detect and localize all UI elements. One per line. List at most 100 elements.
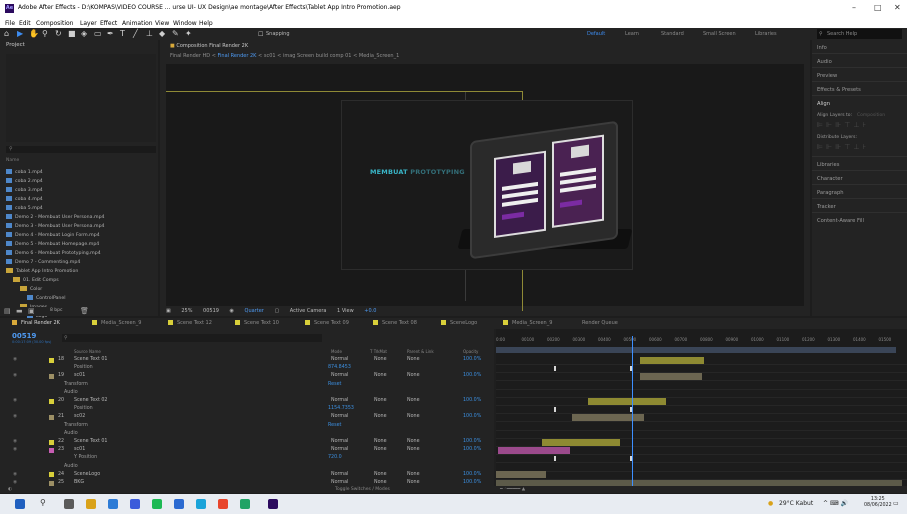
layer-name[interactable]: SceneLogo [74, 471, 100, 479]
render-time-icon[interactable]: ◐ [8, 486, 12, 493]
timeline-search-input[interactable]: ⚲ [62, 334, 322, 342]
layer-name[interactable]: sc01 [74, 372, 85, 380]
menu-file[interactable]: File [5, 20, 15, 27]
preview-panel-tab[interactable]: Preview [817, 73, 837, 79]
layer-row[interactable]: ◉ 21 sc02 Normal None None 100.0% [0, 413, 494, 421]
timeline-current-time[interactable]: 00519 [12, 332, 36, 340]
project-item[interactable]: coba 4.mp4 [6, 195, 151, 204]
project-item[interactable]: coba 3.mp4 [6, 186, 151, 195]
align-panel-title[interactable]: Align [817, 101, 830, 107]
breadcrumb-item[interactable]: sc01 [264, 53, 276, 59]
track-matte-dropdown[interactable]: None [374, 413, 387, 421]
blend-mode-dropdown[interactable]: Normal [331, 356, 348, 364]
layer-duration-bar[interactable] [542, 438, 620, 446]
layer-name[interactable]: Scene Text 01 [74, 356, 107, 364]
parent-dropdown[interactable]: None [407, 438, 420, 446]
system-tray-icons[interactable]: ^ ⌨ 🔊 [823, 500, 848, 507]
menu-window[interactable]: Window [173, 20, 197, 27]
blend-mode-dropdown[interactable]: Normal [331, 446, 348, 454]
timeline-tab[interactable]: Final Render 2K [12, 318, 60, 329]
pan-behind-tool-icon[interactable]: ◈ [81, 30, 87, 38]
align-target-dropdown[interactable]: Composition [857, 113, 885, 118]
track-matte-dropdown[interactable]: None [374, 471, 387, 479]
project-item[interactable]: Color [6, 285, 151, 294]
menu-layer[interactable]: Layer [80, 20, 97, 27]
opacity-value[interactable]: 100.0% [463, 397, 481, 405]
breadcrumb-item[interactable]: Final Render 2K [218, 53, 257, 59]
composition-viewer[interactable]: MEMBUAT PROTOTYPING [166, 64, 804, 311]
timeline-tab[interactable]: Render Queue [582, 318, 618, 329]
layer-duration-bar[interactable] [496, 471, 546, 479]
home-icon[interactable]: ⌂ [4, 30, 9, 38]
project-item[interactable]: Demo 4 - Membuat Login Form.mp4 [6, 231, 151, 240]
visibility-eye-icon[interactable]: ◉ [13, 372, 17, 380]
composition-tab[interactable]: Composition Final Render 2K [176, 43, 248, 49]
layer-color-label-icon[interactable] [49, 480, 54, 486]
zoom-slider[interactable]: ━ ◦━━━━━ ▲ [500, 486, 525, 493]
menu-composition[interactable]: Composition [36, 20, 73, 27]
property-name[interactable]: Transform [64, 381, 88, 389]
toggle-mask-icon[interactable]: ▣ [166, 308, 171, 314]
visibility-eye-icon[interactable]: ◉ [13, 446, 17, 454]
layer-duration-bar[interactable] [640, 372, 702, 380]
blend-mode-dropdown[interactable]: Normal [331, 471, 348, 479]
property-row[interactable]: Position 1154.7353 [0, 405, 494, 413]
layer-duration-bar[interactable] [640, 356, 704, 364]
parent-dropdown[interactable]: None [407, 471, 420, 479]
task-view-icon[interactable] [64, 499, 74, 509]
project-search-input[interactable]: ⚲ [6, 146, 156, 153]
close-button[interactable]: ✕ [894, 3, 901, 12]
visibility-eye-icon[interactable]: ◉ [13, 413, 17, 421]
keyframe-marker[interactable] [554, 406, 556, 412]
toggle-switches-modes[interactable]: Toggle Switches / Modes [335, 486, 390, 493]
track-matte-dropdown[interactable]: None [374, 397, 387, 405]
eraser-tool-icon[interactable]: ◆ [159, 30, 165, 38]
content-aware-fill-panel-tab[interactable]: Content-Aware Fill [817, 218, 864, 224]
property-name[interactable]: Audio [64, 463, 78, 471]
parent-dropdown[interactable]: None [407, 356, 420, 364]
delete-icon[interactable]: 🗑 [80, 307, 89, 315]
parent-dropdown[interactable]: None [407, 446, 420, 454]
camera-tool-icon[interactable]: ■ [68, 30, 76, 38]
layer-row[interactable]: ◉ 20 Scene Text 02 Normal None None 100.0% [0, 397, 494, 405]
premiere-icon[interactable] [130, 499, 140, 509]
character-panel-tab[interactable]: Character [817, 176, 843, 182]
property-row[interactable]: Position 874.8453 [0, 364, 494, 372]
layer-duration-bar[interactable] [498, 446, 570, 454]
keyframe-marker[interactable] [554, 455, 556, 461]
region-of-interest-icon[interactable]: ▢ [274, 308, 279, 314]
zoom-tool-icon[interactable]: ⚲ [42, 30, 48, 38]
property-name[interactable]: Position [74, 364, 93, 372]
snapshot-icon[interactable]: ◉ [230, 308, 234, 314]
opacity-value[interactable]: 100.0% [463, 372, 481, 380]
layer-duration-bar[interactable] [588, 397, 666, 405]
layer-row[interactable]: ◉ 18 Scene Text 01 Normal None None 100.0% [0, 356, 494, 364]
keyframe-marker[interactable] [554, 365, 556, 371]
project-item[interactable]: coba 2.mp4 [6, 177, 151, 186]
timeline-tab[interactable]: Scene Text 10 [235, 318, 279, 329]
timeline-tracks[interactable]: 0:00 00100 00200 00300 00400 00500 00600 00700 0… [496, 329, 907, 493]
parent-dropdown[interactable]: None [407, 413, 420, 421]
menu-edit[interactable]: Edit [19, 20, 31, 27]
new-folder-icon[interactable]: ▬ [16, 307, 23, 315]
breadcrumb-item[interactable]: Media_Screen_1 [359, 53, 399, 59]
layer-color-label-icon[interactable] [49, 414, 54, 420]
timecode-display[interactable]: 00519 [203, 308, 219, 314]
project-item[interactable]: ControlPanel [6, 294, 151, 303]
property-value[interactable]: 720.0 [328, 454, 342, 462]
timeline-tab[interactable]: Scene Text 12 [168, 318, 212, 329]
workspace-small-screen[interactable]: Small Screen [703, 31, 736, 37]
interpret-footage-icon[interactable]: ▤ [4, 307, 11, 315]
paragraph-panel-tab[interactable]: Paragraph [817, 190, 844, 196]
roto-brush-tool-icon[interactable]: ✎ [172, 30, 179, 38]
new-composition-icon[interactable]: ▣ [28, 307, 35, 315]
align-buttons[interactable]: ⊫⊩⊪⊤⊥⊦ [817, 121, 869, 129]
workspace-learn[interactable]: Learn [625, 31, 639, 37]
track-matte-dropdown[interactable]: None [374, 446, 387, 454]
project-item[interactable]: coba 5.mp4 [6, 204, 151, 213]
property-name[interactable]: Position [74, 405, 93, 413]
layer-row[interactable]: ◉ 22 Scene Text 01 Normal None None 100.0% [0, 438, 494, 446]
distribute-buttons[interactable]: ⊫⊩⊪⊤⊥⊦ [817, 143, 869, 151]
camera-dropdown[interactable]: Active Camera [290, 308, 327, 314]
photoshop-icon[interactable] [196, 499, 206, 509]
